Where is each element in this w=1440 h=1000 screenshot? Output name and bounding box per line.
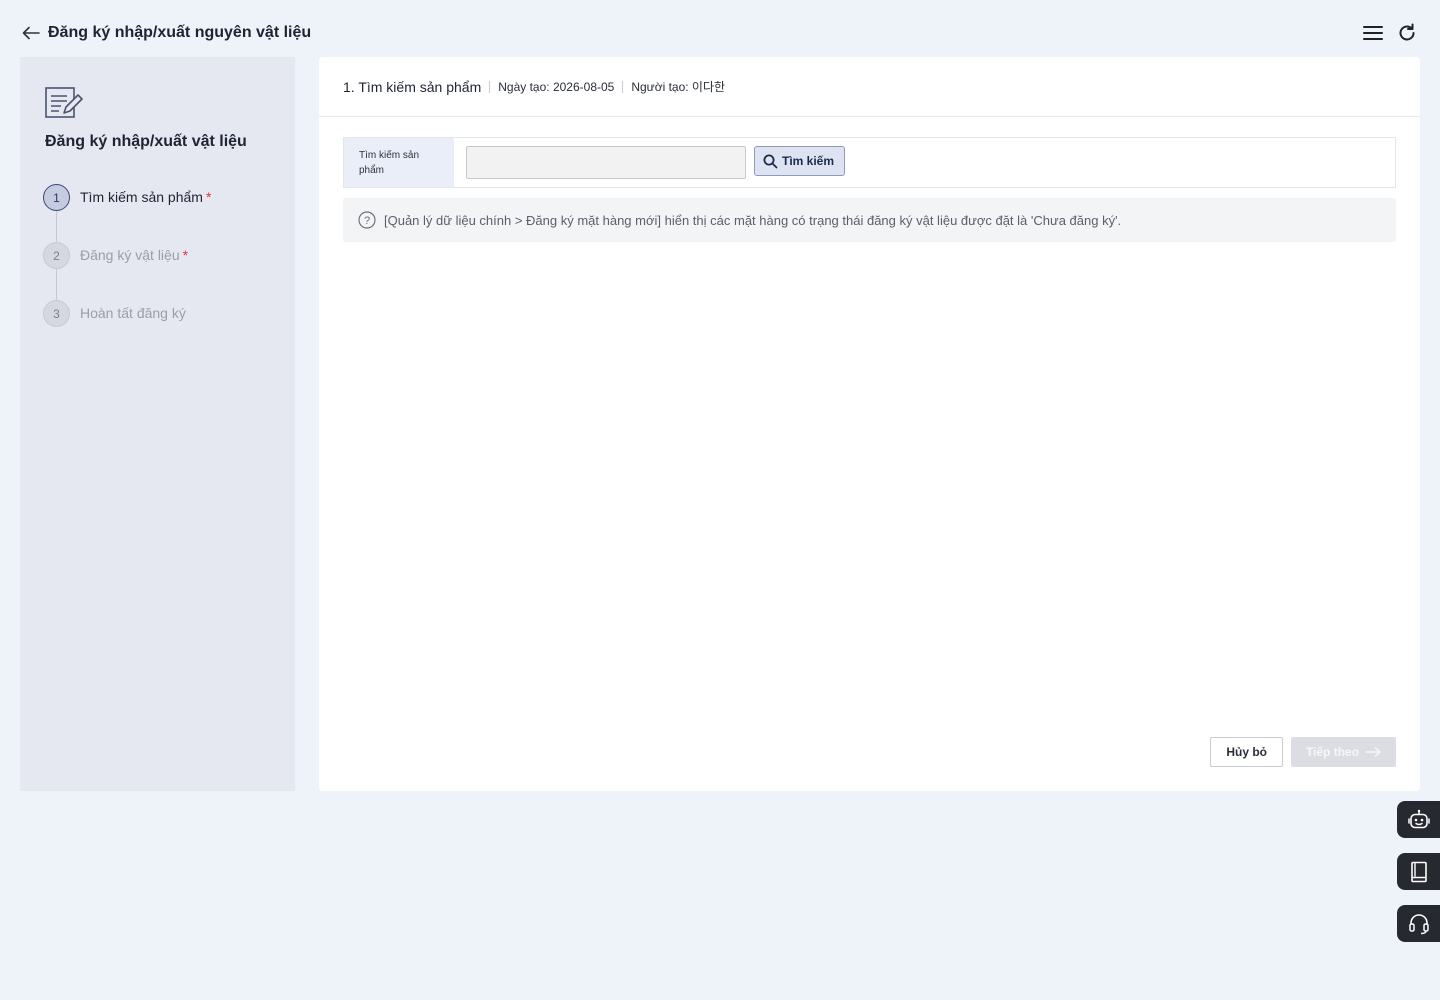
search-icon bbox=[763, 154, 778, 168]
back-arrow-icon[interactable] bbox=[20, 22, 42, 44]
step-number: 1 bbox=[43, 184, 70, 211]
page-title: Đăng ký nhập/xuất nguyên vật liệu bbox=[48, 24, 312, 41]
step-number: 2 bbox=[43, 242, 70, 269]
top-bar: Đăng ký nhập/xuất nguyên vật liệu bbox=[0, 0, 1440, 64]
search-form: Tìm kiếm sản phẩm Tìm kiếm bbox=[343, 137, 1396, 188]
sidebar-title: Đăng ký nhập/xuất vật liệu bbox=[45, 133, 247, 150]
search-label: Tìm kiếm sản phẩm bbox=[344, 138, 454, 187]
created-date: Ngày tạo: 2026-08-05 bbox=[498, 79, 615, 94]
creator: Người tạo: 이다한 bbox=[631, 80, 726, 94]
document-edit-icon bbox=[44, 85, 84, 121]
next-button-label: Tiếp theo bbox=[1305, 745, 1360, 759]
divider bbox=[489, 80, 491, 93]
step-number: 3 bbox=[43, 300, 70, 327]
support-button[interactable] bbox=[1397, 905, 1440, 942]
info-text: [Quản lý dữ liệu chính > Đăng ký mặt hàn… bbox=[384, 212, 1122, 228]
menu-icon[interactable] bbox=[1362, 22, 1384, 44]
arrow-right-icon bbox=[1365, 747, 1381, 757]
manual-button[interactable] bbox=[1397, 853, 1440, 890]
chatbot-button[interactable] bbox=[1397, 801, 1440, 838]
search-button-label: Tìm kiếm bbox=[782, 154, 835, 168]
step-complete-registration: 3 Hoàn tất đăng ký bbox=[43, 300, 211, 358]
robot-icon bbox=[1407, 809, 1430, 828]
book-icon bbox=[1410, 861, 1427, 882]
section-header: 1. Tìm kiếm sản phẩm Ngày tạo: 2026-08-0… bbox=[319, 57, 1420, 117]
search-button[interactable]: Tìm kiếm bbox=[754, 146, 846, 176]
footer-actions: Hủy bỏ Tiếp theo bbox=[1210, 737, 1396, 767]
refresh-icon[interactable] bbox=[1396, 22, 1418, 44]
step-label: Hoàn tất đăng ký bbox=[80, 300, 189, 327]
step-label: Đăng ký vật liệu * bbox=[80, 242, 188, 269]
step-search-product: 1 Tìm kiếm sản phẩm * bbox=[43, 184, 211, 242]
question-circle-icon: ? bbox=[358, 211, 376, 229]
step-label-text: Đăng ký vật liệu bbox=[80, 247, 180, 263]
step-label: Tìm kiếm sản phẩm * bbox=[80, 184, 211, 211]
product-search-input[interactable] bbox=[466, 146, 746, 179]
cancel-button[interactable]: Hủy bỏ bbox=[1210, 737, 1283, 767]
divider bbox=[622, 80, 624, 93]
headset-icon bbox=[1408, 913, 1429, 934]
step-register-material: 2 Đăng ký vật liệu * bbox=[43, 242, 211, 300]
required-mark: * bbox=[182, 247, 189, 263]
next-button[interactable]: Tiếp theo bbox=[1291, 737, 1396, 767]
required-mark: * bbox=[205, 189, 212, 205]
info-notice: ? [Quản lý dữ liệu chính > Đăng ký mặt h… bbox=[343, 198, 1396, 242]
section-title: 1. Tìm kiếm sản phẩm bbox=[343, 78, 482, 95]
step-label-text: Hoàn tất đăng ký bbox=[80, 305, 186, 321]
step-label-text: Tìm kiếm sản phẩm bbox=[80, 189, 203, 205]
step-list: 1 Tìm kiếm sản phẩm * 2 Đăng ký vật liệu *… bbox=[43, 184, 211, 358]
svg-text:?: ? bbox=[364, 215, 370, 227]
main-panel: 1. Tìm kiếm sản phẩm Ngày tạo: 2026-08-0… bbox=[319, 57, 1420, 791]
sidebar: Đăng ký nhập/xuất vật liệu 1 Tìm kiếm sả… bbox=[20, 57, 295, 791]
